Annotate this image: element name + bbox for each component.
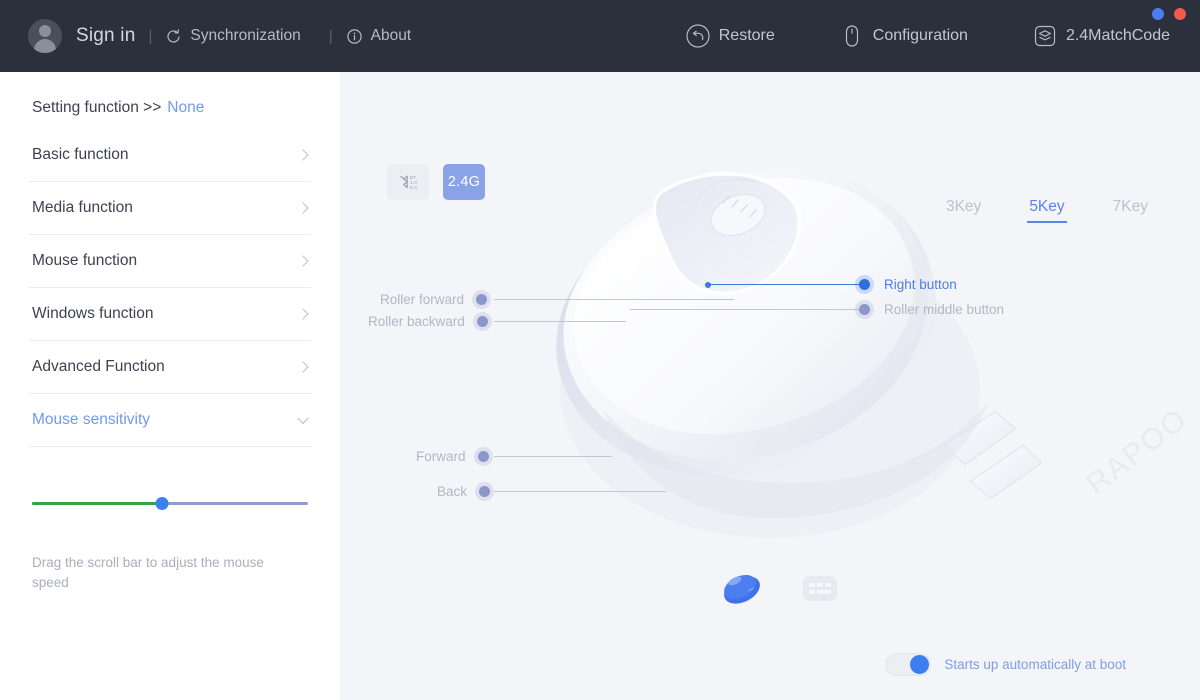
- lead-line-back: [494, 491, 666, 492]
- startup-toggle[interactable]: [885, 653, 932, 676]
- chevron-down-icon: [297, 412, 309, 425]
- lead-line-right-button: [705, 281, 865, 288]
- chevron-right-icon: [297, 361, 309, 373]
- chevron-right-icon: [297, 202, 309, 214]
- svg-text:RAPOO: RAPOO: [1080, 402, 1194, 501]
- callout-dot[interactable]: [855, 300, 874, 319]
- sidebar-item-label: Mouse function: [32, 252, 138, 269]
- stack-icon: [1032, 23, 1058, 49]
- user-avatar-icon[interactable]: [28, 19, 62, 53]
- toggle-knob: [910, 655, 930, 674]
- sign-in-button[interactable]: Sign in: [76, 25, 136, 47]
- keyboard-device-icon[interactable]: [800, 570, 840, 606]
- sidebar-item-basic-function[interactable]: Basic function: [29, 129, 311, 182]
- app-body: Setting function >> None Basic function M…: [0, 72, 1200, 700]
- callout-dot[interactable]: [472, 312, 492, 331]
- callout-forward[interactable]: Forward: [416, 447, 493, 466]
- configuration-button[interactable]: Configuration: [839, 23, 968, 49]
- mouse-icon: [839, 23, 865, 49]
- lead-line-roller-backward: [494, 321, 626, 322]
- callout-roller-backward[interactable]: Roller backward: [368, 312, 492, 331]
- close-button[interactable]: [1174, 8, 1186, 20]
- sidebar-item-media-function[interactable]: Media function: [29, 182, 311, 235]
- sidebar-nav-list: Basic function Media function Mouse func…: [29, 129, 311, 447]
- slider-thumb[interactable]: [155, 497, 169, 510]
- synchronization-label: Synchronization: [190, 27, 301, 44]
- mouse-device-icon[interactable]: [720, 568, 764, 608]
- callout-label: Right button: [884, 277, 957, 292]
- device-selector: [720, 568, 840, 608]
- startup-toggle-label: Starts up automatically at boot: [944, 657, 1126, 672]
- callout-roller-forward[interactable]: Roller forward: [380, 290, 492, 309]
- callout-dot[interactable]: [475, 482, 495, 501]
- about-label: About: [370, 27, 412, 44]
- lead-line-forward: [494, 456, 612, 457]
- slider-hint-text: Drag the scroll bar to adjust the mouse …: [32, 555, 264, 590]
- sidebar-item-mouse-function[interactable]: Mouse function: [29, 235, 311, 288]
- sidebar-item-advanced-function[interactable]: Advanced Function: [29, 341, 311, 394]
- callout-back[interactable]: Back: [437, 482, 495, 501]
- callout-label: Roller backward: [368, 314, 465, 329]
- sidebar-item-label: Windows function: [32, 305, 154, 322]
- sidebar-item-label: Basic function: [32, 146, 129, 163]
- setting-function-row: Setting function >> None: [29, 72, 311, 117]
- header-separator-1: |: [148, 27, 153, 45]
- callout-dot[interactable]: [855, 275, 874, 294]
- callout-label: Back: [437, 484, 468, 499]
- restore-label: Restore: [718, 27, 775, 44]
- mouse-illustration: RAPOO: [340, 72, 1200, 632]
- lead-line-roller-middle: [630, 309, 865, 310]
- sidebar-item-label: Advanced Function: [32, 358, 165, 375]
- callout-label: Roller middle button: [884, 302, 1005, 317]
- header-separator-2: |: [328, 27, 333, 45]
- info-icon: [346, 28, 363, 45]
- sidebar-item-windows-function[interactable]: Windows function: [29, 288, 311, 341]
- about-button[interactable]: About: [346, 27, 412, 45]
- minimize-button[interactable]: [1152, 8, 1164, 20]
- callout-label: Forward: [416, 449, 466, 464]
- window-controls: [1152, 8, 1186, 20]
- main-panel: BT 3.0 5.0 2.4G 3Key 5Key 7Key RAPOO Rol…: [340, 72, 1200, 700]
- match-code-button[interactable]: 2.4MatchCode: [1032, 23, 1170, 49]
- chevron-right-icon: [297, 149, 309, 161]
- restore-icon: [685, 23, 711, 49]
- setting-function-prefix: Setting function >>: [32, 99, 162, 116]
- lead-line-roller-forward: [494, 299, 734, 300]
- mouse-sensitivity-slider[interactable]: [32, 495, 308, 511]
- callout-label: Roller forward: [380, 292, 465, 307]
- sidebar-item-label: Mouse sensitivity: [32, 411, 151, 428]
- title-bar: Sign in | Synchronization | About Restor…: [0, 0, 1200, 72]
- callout-roller-middle-button[interactable]: Roller middle button: [855, 300, 1005, 319]
- configuration-label: Configuration: [872, 27, 968, 44]
- setting-function-value[interactable]: None: [167, 99, 204, 116]
- sidebar-item-label: Media function: [32, 199, 133, 216]
- callout-right-button[interactable]: Right button: [855, 275, 957, 294]
- header-right-group: Restore Configuration 2.4MatchCode: [685, 23, 1200, 49]
- match-code-label: 2.4MatchCode: [1065, 27, 1170, 44]
- mouse-sensitivity-slider-wrap: [29, 495, 311, 511]
- callout-dot[interactable]: [473, 447, 493, 466]
- header-left-group: Sign in | Synchronization | About: [0, 19, 411, 53]
- chevron-right-icon: [297, 308, 309, 320]
- restore-button[interactable]: Restore: [685, 23, 775, 49]
- app-window: Sign in | Synchronization | About Restor…: [0, 0, 1200, 700]
- sync-icon: [165, 28, 182, 45]
- callout-dot[interactable]: [472, 290, 492, 309]
- slider-fill: [32, 502, 162, 505]
- sidebar-item-mouse-sensitivity[interactable]: Mouse sensitivity: [29, 394, 311, 447]
- sidebar: Setting function >> None Basic function M…: [0, 72, 340, 700]
- synchronization-button[interactable]: Synchronization: [165, 27, 301, 45]
- startup-toggle-row: Starts up automatically at boot: [885, 653, 1126, 676]
- chevron-right-icon: [297, 255, 309, 267]
